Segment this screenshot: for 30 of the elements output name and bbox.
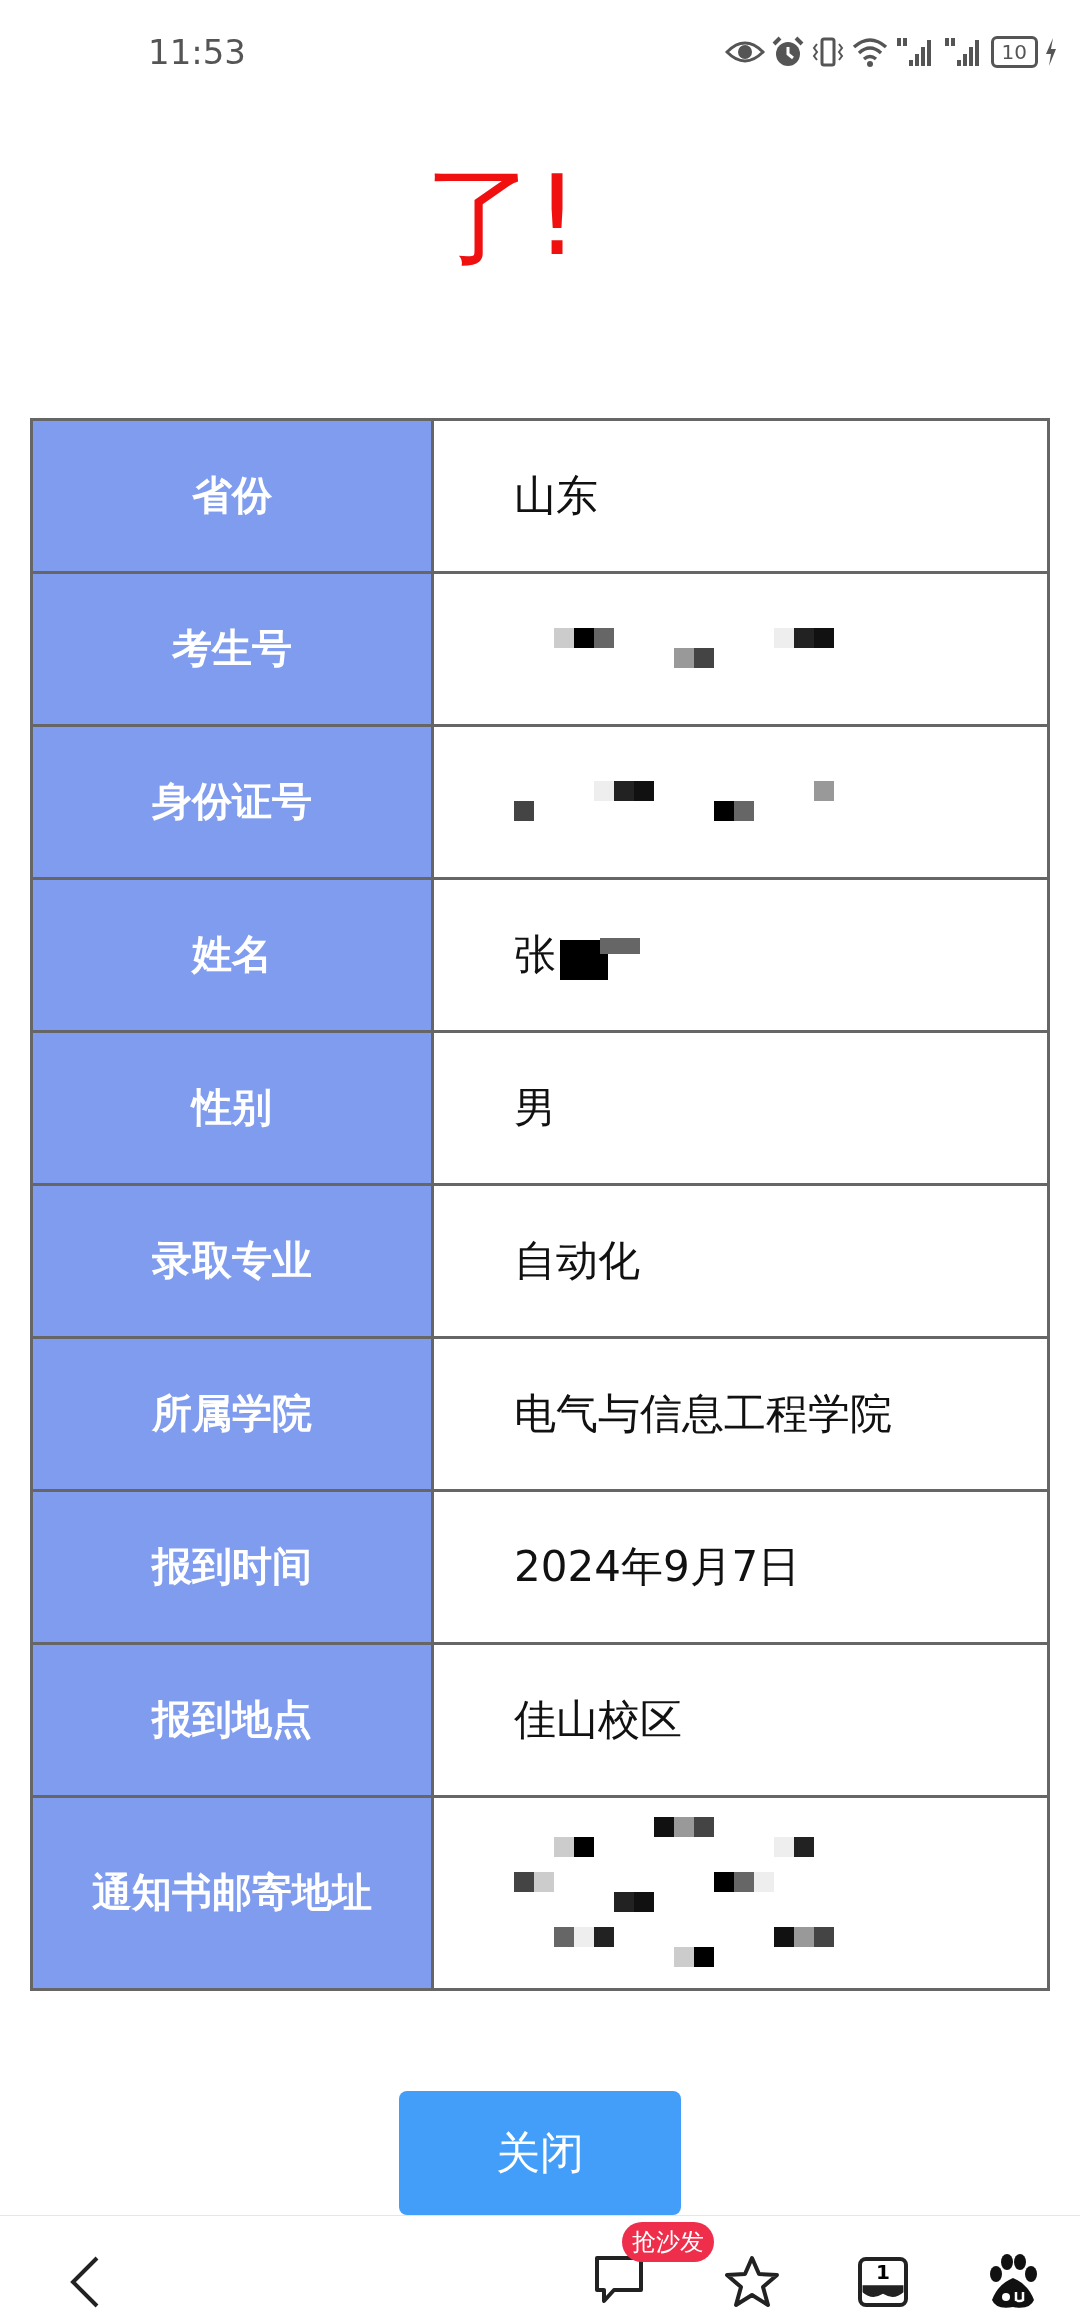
table-header-cell: 姓名 bbox=[33, 879, 434, 1030]
wifi-icon bbox=[850, 36, 889, 69]
vibrate-icon bbox=[810, 36, 845, 69]
table-header-cell: 报到地点 bbox=[33, 1644, 434, 1795]
charging-icon bbox=[1044, 37, 1058, 68]
table-header-cell: 考生号 bbox=[33, 573, 434, 724]
tabs-counter-icon[interactable]: 1 bbox=[858, 2257, 908, 2307]
table-header-cell: 所属学院 bbox=[33, 1338, 434, 1489]
battery-level: 10 bbox=[990, 36, 1038, 69]
close-button[interactable]: 关闭 bbox=[399, 2091, 681, 2215]
table-header-cell: 通知书邮寄地址 bbox=[33, 1797, 434, 1988]
status-time: 11:53 bbox=[148, 32, 246, 73]
table-cell-text: 电气与信息工程学院 bbox=[514, 1387, 892, 1440]
table-cell-text: 张 bbox=[514, 928, 556, 981]
table-cell-text: 自动化 bbox=[514, 1234, 640, 1287]
table-header-cell: 性别 bbox=[33, 1032, 434, 1183]
alarm-icon bbox=[770, 36, 805, 69]
table-header-cell: 省份 bbox=[33, 420, 434, 571]
table-header-cell: 报到时间 bbox=[33, 1491, 434, 1642]
comment-icon[interactable] bbox=[592, 2254, 646, 2306]
congratulation-heading: 了! bbox=[425, 160, 580, 271]
back-icon[interactable] bbox=[70, 2256, 100, 2308]
table-cell-text: 男 bbox=[514, 1081, 556, 1134]
table-cell-text: 山东 bbox=[514, 469, 598, 522]
comment-badge[interactable]: 抢沙发 bbox=[622, 2222, 714, 2262]
table-header-cell: 录取专业 bbox=[33, 1185, 434, 1336]
table-cell-text: 佳山校区 bbox=[514, 1693, 682, 1746]
star-icon[interactable] bbox=[724, 2255, 780, 2309]
table-header-cell: 身份证号 bbox=[33, 726, 434, 877]
table-cell-text: 2024年9月7日 bbox=[514, 1540, 801, 1593]
